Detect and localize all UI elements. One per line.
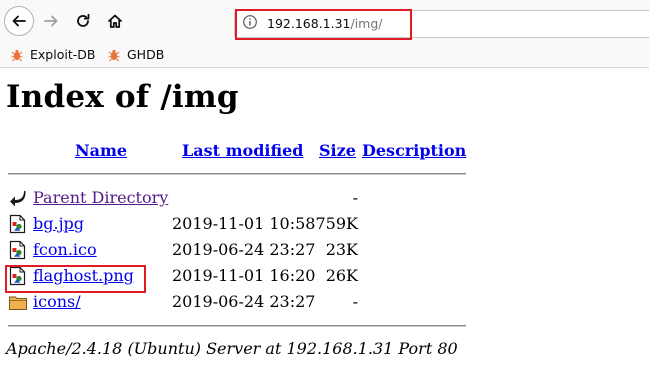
browser-toolbar: 192.168.1.31/img/ xyxy=(0,0,649,44)
back-button[interactable] xyxy=(4,6,34,36)
reload-icon xyxy=(77,13,90,27)
image-file-icon xyxy=(9,214,26,234)
server-signature: Apache/2.4.18 (Ubuntu) Server at 192.168… xyxy=(6,339,458,358)
folder-icon xyxy=(9,296,27,310)
column-size-header[interactable]: Size xyxy=(319,141,356,160)
reload-button[interactable] xyxy=(69,7,97,35)
parent-directory-link[interactable]: Parent Directory xyxy=(33,188,168,207)
file-link-bg-jpg[interactable]: bg.jpg xyxy=(33,214,84,233)
table-row: fcon.ico 2019-06-24 23:27 23K xyxy=(0,238,649,264)
url-annotation-box xyxy=(235,9,412,40)
modified-cell: 2019-06-24 23:27 xyxy=(172,240,316,259)
table-row: Parent Directory - xyxy=(0,186,649,212)
home-icon xyxy=(108,14,122,28)
bookmark-exploit-db[interactable]: Exploit-DB xyxy=(10,47,95,62)
bookmarks-toolbar: Exploit-DB GHDB xyxy=(0,44,649,68)
table-row: bg.jpg 2019-11-01 10:58 759K xyxy=(0,212,649,238)
image-file-icon xyxy=(9,240,26,260)
page-content: Index of /img Name Last modified Size De… xyxy=(0,69,649,372)
size-cell: 759K xyxy=(315,214,359,233)
size-cell: 23K xyxy=(325,240,358,259)
bookmark-label: Exploit-DB xyxy=(30,47,96,62)
modified-cell: 2019-11-01 10:58 xyxy=(172,214,316,233)
file-link-fcon-ico[interactable]: fcon.ico xyxy=(33,240,97,259)
back-folder-icon xyxy=(10,191,26,207)
modified-cell: 2019-11-01 16:20 xyxy=(172,266,316,285)
size-cell: 26K xyxy=(325,266,358,285)
bug-icon xyxy=(108,49,120,61)
column-name-header[interactable]: Name xyxy=(75,141,127,160)
back-arrow-icon xyxy=(12,15,26,27)
row-annotation-box xyxy=(5,265,146,293)
size-cell: - xyxy=(352,188,358,207)
page-title: Index of /img xyxy=(6,79,239,115)
bookmark-ghdb[interactable]: GHDB xyxy=(107,47,164,62)
table-row: icons/ 2019-06-24 23:27 - xyxy=(0,290,649,316)
divider xyxy=(8,173,466,175)
size-cell: - xyxy=(352,292,358,311)
folder-link-icons[interactable]: icons/ xyxy=(33,292,81,311)
bug-icon xyxy=(11,49,23,61)
divider xyxy=(8,325,466,327)
forward-button[interactable] xyxy=(37,7,65,35)
home-button[interactable] xyxy=(101,7,129,35)
modified-cell: 2019-06-24 23:27 xyxy=(172,292,316,311)
column-description-header[interactable]: Description xyxy=(362,141,466,160)
column-last-modified-header[interactable]: Last modified xyxy=(182,141,303,160)
bookmark-label: GHDB xyxy=(127,47,165,62)
forward-arrow-icon xyxy=(44,15,58,27)
